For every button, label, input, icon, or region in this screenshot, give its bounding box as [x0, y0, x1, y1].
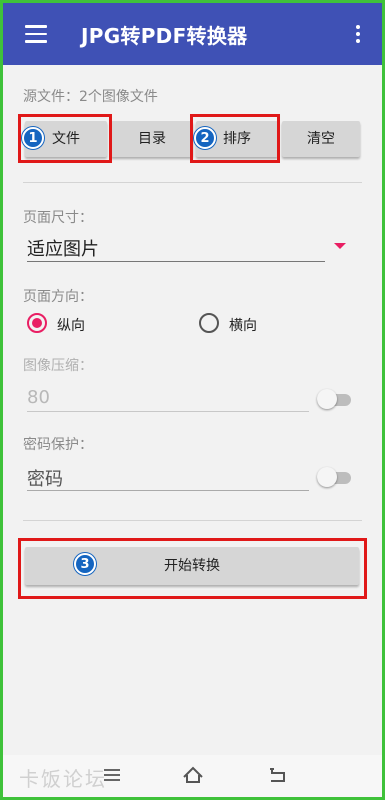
- watermark: 卡饭论坛: [19, 767, 107, 791]
- divider: [23, 182, 362, 183]
- step-badge-1: 1: [22, 127, 44, 149]
- app-title: JPG转PDF转换器: [81, 24, 248, 48]
- highlight-box-convert: [18, 538, 367, 599]
- orientation-label: 页面方向：: [23, 289, 93, 305]
- password-underline: [27, 490, 309, 491]
- main-content: 源文件：2个图像文件 文件 目录 排序 清空 1 2 页面尺寸： 适应图片 页面…: [3, 65, 382, 755]
- portrait-label[interactable]: 纵向: [57, 315, 85, 335]
- compression-input[interactable]: 80: [27, 387, 50, 408]
- menu-lines-icon[interactable]: [98, 763, 126, 787]
- back-icon[interactable]: [263, 763, 291, 787]
- compression-underline: [27, 411, 309, 412]
- more-vert-icon[interactable]: [356, 25, 360, 46]
- step-badge-2: 2: [194, 127, 216, 149]
- source-files-label: 源文件：2个图像文件: [23, 89, 158, 105]
- directory-button[interactable]: 目录: [111, 121, 193, 157]
- page-size-label: 页面尺寸：: [23, 210, 93, 226]
- dropdown-arrow-icon[interactable]: [334, 243, 346, 249]
- device-frame: JPG转PDF转换器 源文件：2个图像文件 文件 目录 排序 清空 1 2 页面…: [0, 0, 385, 800]
- portrait-radio[interactable]: [27, 313, 47, 333]
- step-badge-3: 3: [74, 553, 96, 575]
- password-toggle[interactable]: [317, 467, 351, 487]
- compression-toggle[interactable]: [317, 389, 351, 409]
- app-bar: JPG转PDF转换器: [3, 3, 382, 65]
- clear-button-label: 清空: [307, 131, 335, 147]
- clear-button[interactable]: 清空: [282, 121, 360, 157]
- directory-button-label: 目录: [138, 131, 166, 147]
- landscape-label[interactable]: 横向: [229, 315, 257, 335]
- system-nav-bar: 卡饭论坛: [3, 755, 382, 797]
- home-icon[interactable]: [179, 763, 207, 787]
- compression-label: 图像压缩：: [23, 358, 93, 374]
- password-input[interactable]: 密码: [27, 465, 63, 491]
- divider: [23, 520, 362, 521]
- page-size-underline: [27, 261, 325, 262]
- page-size-select[interactable]: 适应图片: [27, 235, 99, 261]
- password-label: 密码保护：: [23, 437, 93, 453]
- landscape-radio[interactable]: [199, 313, 219, 333]
- hamburger-menu-icon[interactable]: [25, 25, 47, 43]
